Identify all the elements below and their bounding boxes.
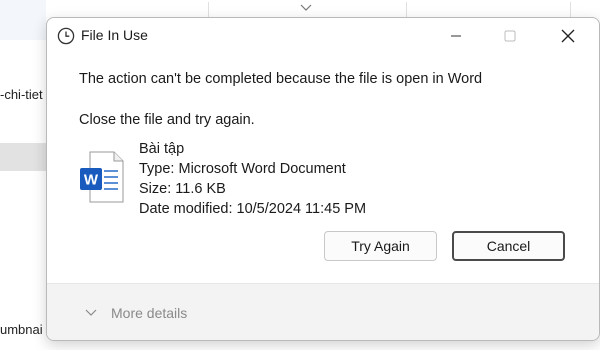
file-type: Type: Microsoft Word Document — [139, 161, 346, 177]
explorer-item-partial[interactable]: -chi-tiet — [0, 87, 46, 102]
explorer-left-pane: -chi-tiet umbnai — [0, 0, 46, 350]
column-separator[interactable] — [208, 2, 209, 18]
close-icon — [561, 29, 575, 43]
minimize-icon — [451, 35, 461, 37]
minimize-button[interactable] — [433, 18, 479, 54]
cancel-button[interactable]: Cancel — [452, 231, 565, 261]
file-details: Bài tập Type: Microsoft Word Document Si… — [139, 139, 366, 219]
clock-icon — [57, 27, 75, 45]
instruction-text: Close the file and try again. — [79, 112, 255, 128]
dialog-footer: More details — [47, 283, 599, 340]
column-separator[interactable] — [406, 2, 407, 18]
sort-chevron-icon — [300, 4, 312, 11]
file-name: Bài tập — [139, 141, 185, 157]
dialog-titlebar[interactable]: File In Use — [47, 18, 599, 54]
file-in-use-dialog: File In Use The action can't be complete… — [46, 17, 600, 341]
maximize-button — [487, 18, 533, 54]
explorer-pane-highlight — [0, 0, 46, 40]
try-again-button[interactable]: Try Again — [324, 231, 437, 261]
close-button[interactable] — [545, 18, 591, 54]
column-separator[interactable] — [570, 2, 571, 18]
error-message: The action can't be completed because th… — [79, 71, 483, 87]
chevron-down-icon — [85, 309, 97, 316]
svg-text:W: W — [84, 172, 99, 189]
word-document-icon: W — [80, 151, 124, 203]
file-size: Size: 11.6 KB — [139, 181, 226, 197]
dialog-title: File In Use — [81, 27, 148, 43]
explorer-selected-row[interactable] — [0, 143, 46, 171]
explorer-item-partial[interactable]: umbnai — [0, 322, 46, 337]
more-details-toggle[interactable]: More details — [85, 305, 187, 321]
more-details-label: More details — [111, 305, 188, 321]
file-date-modified: Date modified: 10/5/2024 11:45 PM — [139, 201, 367, 217]
maximize-icon — [504, 30, 516, 42]
